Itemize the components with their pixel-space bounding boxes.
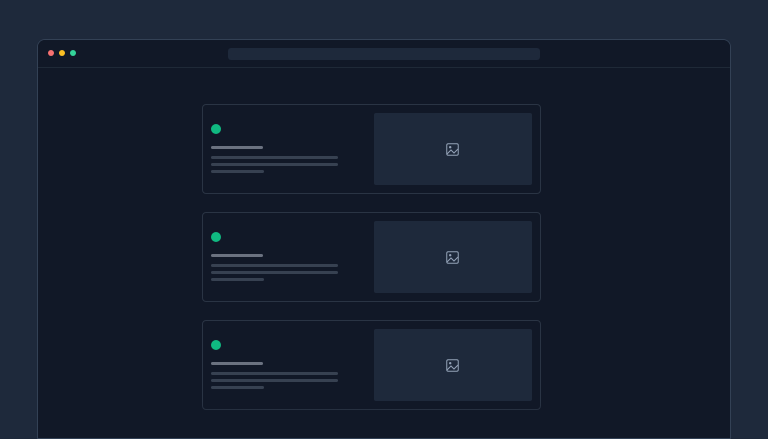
- feed-card[interactable]: [202, 320, 541, 410]
- card-text-placeholder: [211, 372, 338, 375]
- close-window-button[interactable]: [48, 50, 54, 56]
- image-icon: [446, 359, 459, 372]
- card-thumbnail[interactable]: [374, 113, 532, 185]
- address-bar[interactable]: [228, 48, 540, 60]
- card-text-placeholder: [211, 156, 338, 159]
- card-text-placeholder: [211, 170, 264, 173]
- card-text-placeholder: [211, 163, 338, 166]
- minimize-window-button[interactable]: [59, 50, 65, 56]
- card-text-placeholder: [211, 271, 338, 274]
- status-indicator: [211, 232, 221, 242]
- maximize-window-button[interactable]: [70, 50, 76, 56]
- status-indicator: [211, 340, 221, 350]
- card-text-placeholder: [211, 278, 264, 281]
- feed-card[interactable]: [202, 212, 541, 302]
- card-title-placeholder: [211, 362, 263, 365]
- card-thumbnail[interactable]: [374, 221, 532, 293]
- card-text-placeholder: [211, 379, 338, 382]
- card-text-placeholder: [211, 386, 264, 389]
- card-title-placeholder: [211, 254, 263, 257]
- card-thumbnail[interactable]: [374, 329, 532, 401]
- image-icon: [446, 143, 459, 156]
- status-indicator: [211, 124, 221, 134]
- browser-window: [37, 39, 731, 439]
- card-title-placeholder: [211, 146, 263, 149]
- image-icon: [446, 251, 459, 264]
- title-bar: [38, 40, 730, 68]
- feed-card[interactable]: [202, 104, 541, 194]
- card-text-placeholder: [211, 264, 338, 267]
